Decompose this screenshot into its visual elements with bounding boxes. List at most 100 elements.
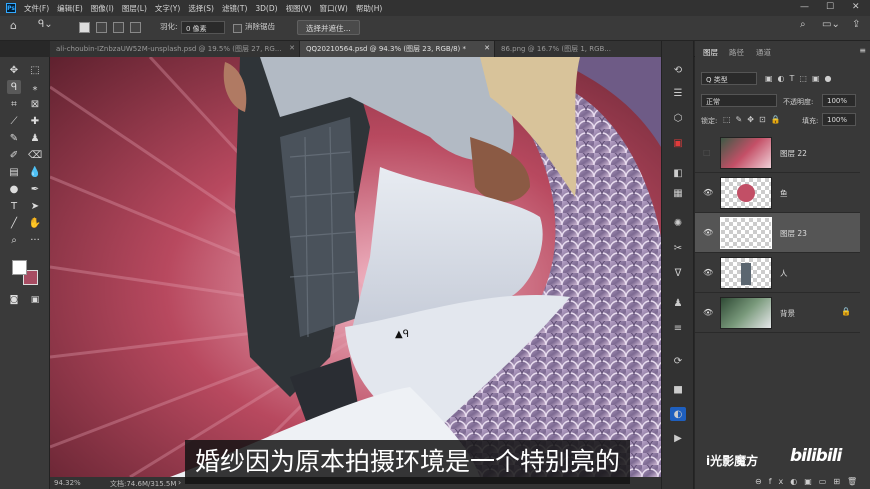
foreground-color-swatch[interactable]	[12, 260, 27, 275]
dodge-tool-icon[interactable]: ●	[7, 182, 21, 196]
tab-86-png[interactable]: 86.png @ 16.7% (图层 1, RGB... ✕	[495, 41, 685, 57]
visibility-icon[interactable]: 👁	[703, 268, 713, 277]
menu-view[interactable]: 视图(V)	[286, 3, 312, 14]
histogram-icon[interactable]: ▅	[670, 381, 686, 395]
workspace-icon[interactable]: ▭⌄	[822, 19, 840, 30]
move-tool-icon[interactable]: ✥	[7, 63, 21, 77]
type-tool-icon[interactable]: T	[7, 199, 21, 213]
document-size: 文档:74.6M/315.5M	[110, 480, 177, 488]
crop-tool-icon[interactable]: ⌗	[7, 97, 21, 111]
menu-edit[interactable]: 编辑(E)	[57, 3, 83, 14]
intersect-selection-icon[interactable]	[130, 22, 141, 33]
adjustments-panel-icon[interactable]: ☰	[670, 86, 686, 100]
feather-input[interactable]: 0 像素	[181, 21, 225, 34]
filter-icons[interactable]: ▣◐T⬚▣●	[765, 74, 837, 83]
options-bar: ⌂ ᑫ⌄ 羽化: 0 像素 消除锯齿 选择并遮住... ⌕ ▭⌄ ⇪	[0, 16, 870, 41]
frame-tool-icon[interactable]: ⊠	[28, 97, 42, 111]
brush-tool-icon[interactable]: ✎	[7, 131, 21, 145]
share-icon[interactable]: ⇪	[852, 19, 860, 30]
more-tools-icon[interactable]: ···	[28, 233, 42, 247]
3d-panel-icon[interactable]: ⬡	[670, 111, 686, 125]
layer-name: 图层 23	[780, 229, 807, 238]
zoom-tool-icon[interactable]: ⌕	[7, 233, 21, 247]
zoom-level[interactable]: 94.32%	[54, 479, 81, 487]
magic-wand-icon[interactable]: ⁎	[28, 80, 42, 94]
select-and-mask-button[interactable]: 选择并遮住...	[297, 20, 360, 35]
menu-help[interactable]: 帮助(H)	[356, 3, 383, 14]
panel-menu-icon[interactable]: ≡	[859, 46, 866, 55]
history-panel-icon[interactable]: ⟲	[670, 63, 686, 77]
history-brush-icon[interactable]: ✐	[7, 148, 21, 162]
menu-3d[interactable]: 3D(D)	[255, 4, 277, 13]
home-icon[interactable]: ⌂	[10, 19, 17, 32]
libraries-panel-icon[interactable]: ▣	[670, 136, 686, 150]
eraser-tool-icon[interactable]: ⌫	[28, 148, 42, 162]
visibility-icon[interactable]: 👁	[703, 228, 713, 237]
menu-image[interactable]: 图像(I)	[91, 3, 114, 14]
layer-filter-select[interactable]: Q 类型	[701, 72, 757, 85]
visibility-icon[interactable]: 👁	[703, 188, 713, 197]
menu-select[interactable]: 选择(S)	[188, 3, 214, 14]
lasso-tool-preset-icon[interactable]: ᑫ⌄	[38, 19, 53, 30]
lock-icon: 🔒	[841, 307, 851, 316]
lasso-tool-icon[interactable]: ᑫ	[7, 80, 21, 94]
search-icon[interactable]: ⌕	[800, 19, 806, 30]
brushes-panel-icon[interactable]: ✺	[670, 216, 686, 230]
pen-tool-icon[interactable]: ✒	[28, 182, 42, 196]
layer-row[interactable]: □ 图层 22	[695, 133, 860, 173]
navigator-icon[interactable]: ◐	[670, 407, 686, 421]
tab-qq20210564[interactable]: QQ20210564.psd @ 94.3% (图层 23, RGB/8) * …	[300, 41, 495, 57]
menu-filter[interactable]: 滤镜(T)	[222, 3, 247, 14]
blend-mode-select[interactable]: 正常	[701, 94, 777, 107]
tab-channels[interactable]: 通道	[756, 47, 771, 58]
status-arrow-icon[interactable]: ›	[178, 478, 181, 487]
hand-tool-icon[interactable]: ✋	[28, 216, 42, 230]
tab-paths[interactable]: 路径	[729, 47, 744, 58]
close-button[interactable]: ✕	[852, 2, 860, 12]
layer-thumbnail	[720, 217, 772, 249]
swatches-panel-icon[interactable]: ◧	[670, 166, 686, 180]
menu-file[interactable]: 文件(F)	[24, 3, 49, 14]
visibility-icon[interactable]: 👁	[703, 308, 713, 317]
tab-layers[interactable]: 图层	[703, 47, 718, 58]
marquee-tool-icon[interactable]: ⬚	[28, 63, 42, 77]
blur-tool-icon[interactable]: 💧	[28, 165, 42, 179]
color-panel-icon[interactable]	[670, 331, 686, 345]
layer-row[interactable]: 👁 背景 🔒	[695, 293, 860, 333]
add-selection-icon[interactable]	[96, 22, 107, 33]
clone-source-icon[interactable]: ♟	[670, 296, 686, 310]
layer-footer-icons[interactable]: ⊖fx◐▣▭⊞🗑	[755, 477, 864, 486]
lock-icons[interactable]: ⬚✎✥⊡🔒	[723, 115, 786, 124]
layer-row-selected[interactable]: 👁 图层 23	[695, 213, 860, 253]
menu-layer[interactable]: 图层(L)	[122, 3, 147, 14]
fill-input[interactable]: 100%	[822, 113, 856, 126]
gradient-tool-icon[interactable]: ▤	[7, 165, 21, 179]
tab-close-icon[interactable]: ✕	[289, 44, 295, 52]
tab-close-icon[interactable]: ✕	[484, 44, 490, 52]
minimize-button[interactable]: —	[800, 2, 809, 12]
actions-icon[interactable]: ▶	[670, 431, 686, 445]
layer-row[interactable]: 👁 人	[695, 253, 860, 293]
screen-mode-icon[interactable]: ▣	[28, 293, 42, 307]
stamp-tool-icon[interactable]: ♟	[28, 131, 42, 145]
menu-type[interactable]: 文字(Y)	[155, 3, 180, 14]
document-canvas[interactable]: ▲ᑫ	[50, 57, 661, 477]
maximize-button[interactable]: ☐	[826, 2, 834, 12]
menu-window[interactable]: 窗口(W)	[320, 3, 348, 14]
healing-brush-icon[interactable]: ✚	[28, 114, 42, 128]
visibility-off-icon[interactable]: □	[703, 148, 711, 157]
layer-row[interactable]: 👁 鱼	[695, 173, 860, 213]
path-select-icon[interactable]: ➤	[28, 199, 42, 213]
brush-settings-icon[interactable]: ᐁ	[670, 266, 686, 280]
quick-mask-icon[interactable]: ◙	[7, 293, 21, 307]
antialias-checkbox[interactable]	[233, 24, 242, 33]
subtract-selection-icon[interactable]	[113, 22, 124, 33]
tab-ali-choubin[interactable]: ali-choubin-IZnbzaUW52M-unsplash.psd @ 1…	[50, 41, 300, 57]
patterns-panel-icon[interactable]: ▦	[670, 186, 686, 200]
opacity-input[interactable]: 100%	[822, 94, 856, 107]
tool-presets-icon[interactable]: ✂	[670, 241, 686, 255]
eyedropper-icon[interactable]: ⟋	[7, 114, 21, 128]
new-selection-icon[interactable]	[79, 22, 90, 33]
line-tool-icon[interactable]: ╱	[7, 216, 21, 230]
refresh-panel-icon[interactable]: ⟳	[670, 354, 686, 368]
